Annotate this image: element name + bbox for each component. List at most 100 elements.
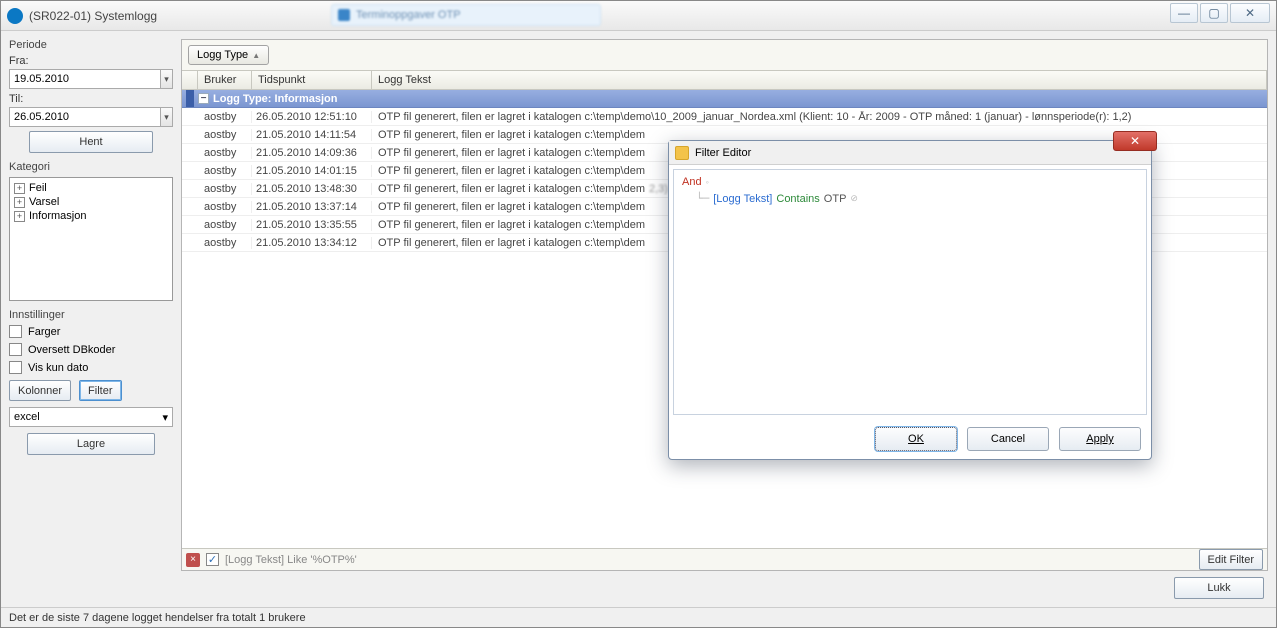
cell-bruker: aostby [198,219,252,231]
chevron-down-icon: ▾ [162,411,168,424]
status-text: Det er de siste 7 dagene logget hendelse… [9,612,306,624]
expand-icon[interactable]: + [14,197,25,208]
checkbox-icon [9,325,22,338]
col-indicator [182,71,198,89]
bottom-bar: Lukk [9,571,1268,599]
add-condition-icon[interactable]: ◦ [706,177,709,187]
checkbox-icon [9,361,22,374]
filter-icon [675,146,689,160]
maximize-button[interactable]: ▢ [1200,3,1228,23]
grid-group-panel[interactable]: Logg Type ▲ [182,40,1267,70]
cell-loggtekst: OTP fil generert, filen er lagret i kata… [372,111,1267,123]
lagre-button[interactable]: Lagre [27,433,155,455]
group-chip-loggtype[interactable]: Logg Type ▲ [188,45,269,65]
dialog-titlebar[interactable]: Filter Editor ✕ [669,141,1151,165]
dialog-body[interactable]: And ◦ └─ [Logg Tekst] Contains OTP ⊘ [673,169,1147,415]
grid-columns: Bruker Tidspunkt Logg Tekst [182,70,1267,90]
cell-tidspunkt: 21.05.2010 14:01:15 [252,165,372,177]
til-label: Til: [9,93,173,105]
filter-enabled-checkbox[interactable]: ✓ [206,553,219,566]
filter-expression-text: [Logg Tekst] Like '%OTP%' [225,554,357,566]
cell-tidspunkt: 21.05.2010 13:37:14 [252,201,372,213]
filter-button[interactable]: Filter [79,380,121,401]
edit-filter-button[interactable]: Edit Filter [1199,549,1263,570]
cell-bruker: aostby [198,165,252,177]
export-select[interactable]: excel ▾ [9,407,173,427]
innstillinger-group: Innstillinger Farger Oversett DBkoder Vi… [9,309,173,455]
group-row-informasjon[interactable]: − Logg Type: Informasjon [182,90,1267,108]
close-button[interactable]: ✕ [1230,3,1270,23]
expand-icon[interactable]: + [14,211,25,222]
cell-tidspunkt: 21.05.2010 13:34:12 [252,237,372,249]
group-chip-label: Logg Type [197,49,248,61]
col-tidspunkt[interactable]: Tidspunkt [252,71,372,89]
fra-date-input[interactable] [9,69,161,89]
collapse-icon[interactable]: − [198,93,209,104]
hent-button[interactable]: Hent [29,131,153,153]
til-date-dropdown[interactable]: ▾ [161,107,173,127]
cell-tidspunkt: 26.05.2010 12:51:10 [252,111,372,123]
periode-group: Periode Fra: ▾ Til: ▾ Hent [9,39,173,153]
tree-label: Feil [29,182,47,194]
filter-root-operator[interactable]: And ◦ [682,176,709,188]
tree-label: Varsel [29,196,59,208]
tree-branch-icon: └─ [696,192,709,205]
cancel-button[interactable]: Cancel [967,427,1049,451]
kategori-title: Kategori [9,161,173,173]
cell-bruker: aostby [198,147,252,159]
dialog-footer: OK Cancel Apply [669,419,1151,459]
innstillinger-title: Innstillinger [9,309,173,321]
kolonner-button[interactable]: Kolonner [9,380,71,401]
tree-item-informasjon[interactable]: + Informasjon [14,209,168,223]
oversett-checkbox[interactable]: Oversett DBkoder [9,343,173,356]
grid-filter-bar: × ✓ [Logg Tekst] Like '%OTP%' Edit Filte… [182,548,1267,570]
kategori-group: Kategori + Feil + Varsel + Informasjon [9,161,173,301]
dialog-close-button[interactable]: ✕ [1113,131,1157,151]
periode-title: Periode [9,39,173,51]
filter-condition-row[interactable]: └─ [Logg Tekst] Contains OTP ⊘ [696,192,1138,205]
sidebar: Periode Fra: ▾ Til: ▾ Hent [9,39,173,571]
col-bruker[interactable]: Bruker [198,71,252,89]
row-indicator-icon [186,90,194,107]
window-title: (SR022-01) Systemlogg [29,9,157,23]
expand-icon[interactable]: + [14,183,25,194]
checkbox-label: Farger [28,326,60,338]
background-tab-text: Terminoppgaver OTP [356,9,461,21]
col-loggtekst[interactable]: Logg Tekst [372,71,1267,89]
sort-asc-icon: ▲ [252,51,260,60]
cell-bruker: aostby [198,111,252,123]
statusbar: Det er de siste 7 dagene logget hendelse… [1,607,1276,627]
cell-tidspunkt: 21.05.2010 14:11:54 [252,129,372,141]
background-tab-icon [338,9,350,21]
farger-checkbox[interactable]: Farger [9,325,173,338]
fra-date-dropdown[interactable]: ▾ [161,69,173,89]
tree-item-feil[interactable]: + Feil [14,181,168,195]
operator-label: And [682,176,702,188]
table-row[interactable]: aostby26.05.2010 12:51:10OTP fil generer… [182,108,1267,126]
clear-filter-button[interactable]: × [186,553,200,567]
cell-bruker: aostby [198,237,252,249]
condition-operator[interactable]: Contains [776,193,819,205]
cell-bruker: aostby [198,129,252,141]
checkbox-label: Oversett DBkoder [28,344,115,356]
tree-label: Informasjon [29,210,86,222]
tree-item-varsel[interactable]: + Varsel [14,195,168,209]
remove-condition-icon[interactable]: ⊘ [850,193,858,204]
apply-button[interactable]: Apply [1059,427,1141,451]
cell-bruker: aostby [198,183,252,195]
minimize-button[interactable]: — [1170,3,1198,23]
cell-tidspunkt: 21.05.2010 13:48:30 [252,183,372,195]
kategori-tree[interactable]: + Feil + Varsel + Informasjon [9,177,173,301]
til-date-input[interactable] [9,107,161,127]
checkbox-icon [9,343,22,356]
lukk-button[interactable]: Lukk [1174,577,1264,599]
ok-button[interactable]: OK [875,427,957,451]
fra-label: Fra: [9,55,173,67]
condition-field[interactable]: [Logg Tekst] [713,193,772,205]
cell-bruker: aostby [198,201,252,213]
checkbox-label: Vis kun dato [28,362,88,374]
dialog-title: Filter Editor [695,147,751,159]
viskun-checkbox[interactable]: Vis kun dato [9,361,173,374]
app-icon [7,8,23,24]
condition-value[interactable]: OTP [824,193,847,205]
